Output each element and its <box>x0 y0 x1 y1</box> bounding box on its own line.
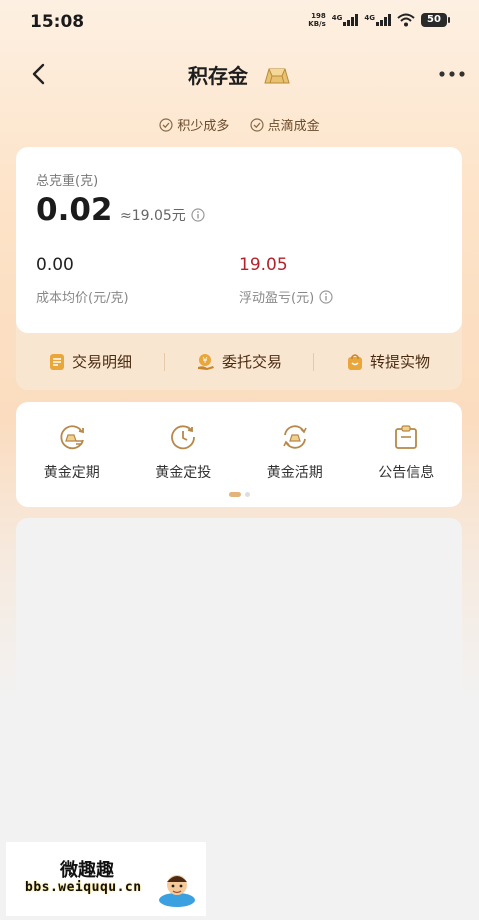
holding-card: 总克重(克) 0.02 ≈19.05元 0.00 成本均价(元/克) 19.05… <box>16 147 462 333</box>
action-label: 交易明细 <box>71 353 132 371</box>
gold-bar-logo-icon <box>261 64 291 91</box>
mascot-icon <box>159 875 195 907</box>
menu-label: 黄金活期 <box>266 465 323 481</box>
signal-1: 4G <box>332 14 359 26</box>
quick-menu-card: 黄金定期 黄金定投 黄金活期 公告信息 <box>16 402 462 507</box>
action-row: 交易明细 ¥ 委托交易 转提实物 <box>16 333 462 390</box>
convert-physical-button[interactable]: 转提实物 <box>314 351 462 372</box>
hand-coin-icon: ¥ <box>197 353 214 370</box>
network-speed: 198 KB/s <box>308 12 325 28</box>
action-label: 转提实物 <box>369 353 430 371</box>
page-title: 积存金 <box>0 60 479 91</box>
transaction-detail-button[interactable]: 交易明细 <box>16 351 164 372</box>
wifi-icon <box>397 13 415 27</box>
total-weight-label: 总克重(克) <box>36 174 99 189</box>
carousel-indicator <box>16 492 462 497</box>
network-type-2: 4G <box>364 14 375 22</box>
gold-cycle-icon <box>60 425 84 450</box>
approx-value-text: ≈19.05元 <box>120 208 186 224</box>
carousel-dot <box>244 492 250 497</box>
status-indicators: 198 KB/s 4G 4G 50 <box>308 12 450 28</box>
status-bar: 15:08 198 KB/s 4G 4G 50 <box>0 0 479 44</box>
entrust-trade-button[interactable]: ¥ 委托交易 <box>165 351 313 372</box>
info-icon[interactable] <box>319 289 333 304</box>
slogan-item: 点滴成金 <box>249 115 320 134</box>
slogan-row: 积少成多 点滴成金 <box>0 115 479 136</box>
signal-bars-icon <box>343 14 359 26</box>
svg-text:¥: ¥ <box>202 356 207 365</box>
floating-pnl-label-text: 浮动盈亏(元) <box>239 291 315 306</box>
total-weight-value: 0.02 <box>36 192 113 228</box>
document-list-icon <box>49 353 64 370</box>
page-title-text: 积存金 <box>188 64 249 88</box>
watermark: 微趣趣 bbs.weiququ.cn <box>6 842 206 916</box>
content-area <box>16 518 462 790</box>
gold-refresh-icon <box>283 425 307 449</box>
holding-summary: 总克重(克) 0.02 ≈19.05元 0.00 成本均价(元/克) 19.05… <box>16 147 462 390</box>
clock-cycle-icon <box>171 425 196 450</box>
status-time: 15:08 <box>30 12 85 32</box>
carousel-dot-active <box>228 492 241 497</box>
signal-2: 4G <box>364 14 391 26</box>
network-type-1: 4G <box>331 14 343 22</box>
menu-gold-current[interactable]: 黄金活期 <box>239 422 351 482</box>
menu-gold-fixed[interactable]: 黄金定期 <box>16 422 128 482</box>
cost-price-value: 0.00 <box>36 255 74 275</box>
floating-pnl-label: 浮动盈亏(元) <box>239 287 333 306</box>
network-speed-value: 198 <box>311 12 326 20</box>
check-circle-icon <box>159 117 174 132</box>
floating-pnl-value: 19.05 <box>239 255 288 275</box>
more-button[interactable] <box>437 60 467 88</box>
menu-label: 黄金定期 <box>43 465 100 481</box>
menu-label: 公告信息 <box>378 465 435 481</box>
menu-label: 黄金定投 <box>155 465 212 481</box>
watermark-url: bbs.weiququ.cn <box>25 880 142 895</box>
battery-indicator: 50 <box>421 13 450 27</box>
menu-announcements[interactable]: 公告信息 <box>351 422 463 482</box>
slogan-text: 积少成多 <box>177 119 230 134</box>
check-circle-icon <box>249 117 264 132</box>
info-icon[interactable] <box>191 208 205 222</box>
cost-price-label: 成本均价(元/克) <box>36 291 129 306</box>
nav-bar: 积存金 <box>0 52 479 94</box>
shopping-bag-icon <box>347 353 362 370</box>
clipboard-icon <box>395 425 418 449</box>
action-label: 委托交易 <box>221 353 282 371</box>
quick-menu-grid: 黄金定期 黄金定投 黄金活期 公告信息 <box>16 422 462 482</box>
watermark-name: 微趣趣 <box>60 860 114 881</box>
menu-gold-invest[interactable]: 黄金定投 <box>128 422 240 482</box>
more-dots-icon <box>439 71 465 77</box>
network-speed-unit: KB/s <box>308 20 326 28</box>
slogan-item: 积少成多 <box>159 115 229 134</box>
signal-bars-icon <box>376 14 391 26</box>
approx-value: ≈19.05元 <box>120 205 205 225</box>
slogan-text: 点滴成金 <box>267 119 320 134</box>
